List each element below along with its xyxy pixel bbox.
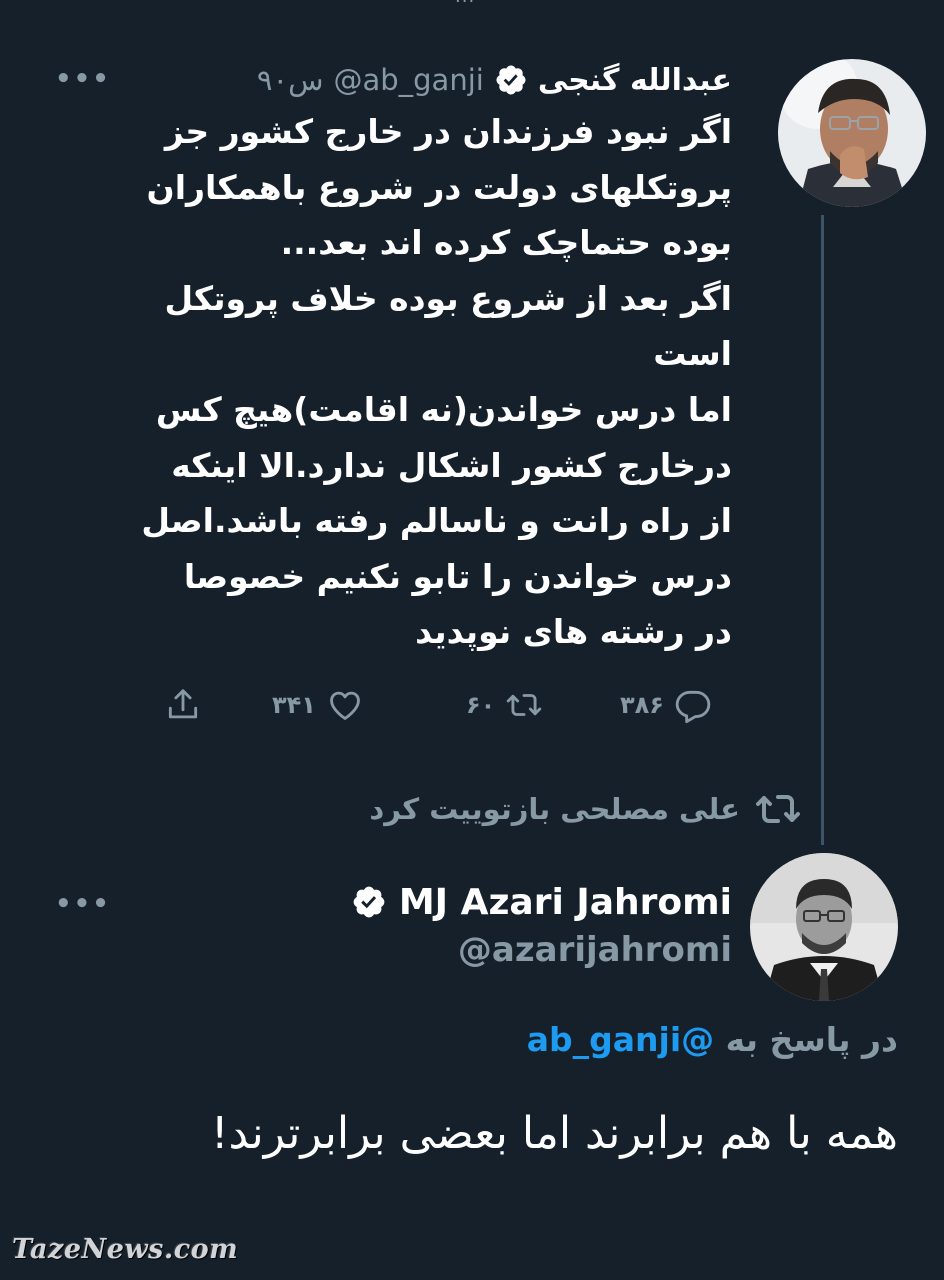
tweet1-actions: ۳۴۱ ۶۰ ۳۸۶	[160, 683, 740, 727]
tweet-time[interactable]: ۹۰س	[257, 63, 324, 97]
thread-connector-line	[821, 215, 824, 845]
share-icon	[168, 689, 198, 719]
reply-mention-link[interactable]: @ab_ganji	[527, 1020, 714, 1059]
tweet1-body: اگر نبود فرزندان در خارج کشور جز پروتکله…	[141, 112, 732, 652]
more-dots-icon[interactable]: •••	[55, 64, 111, 94]
replying-to-line: در پاسخ به @ab_ganji	[527, 1020, 898, 1059]
author-handle[interactable]: @ab_ganji	[333, 63, 483, 97]
retweet-button[interactable]: ۶۰	[466, 683, 543, 727]
reply-button[interactable]: ۳۸۶	[620, 683, 712, 727]
share-button[interactable]	[164, 683, 202, 727]
retweet-icon	[756, 795, 800, 823]
author-name[interactable]: عبدالله گنجی	[538, 63, 732, 98]
retweeted-by-text: علی مصلحی بازتوییت کرد	[369, 792, 740, 826]
author-avatar-ganji[interactable]	[778, 59, 926, 207]
top-partial-text: ...	[455, 0, 475, 7]
verified-badge-icon	[353, 886, 385, 918]
retweet-count: ۶۰	[466, 691, 496, 719]
like-button[interactable]: ۳۴۱	[272, 683, 364, 727]
like-count: ۳۴۱	[272, 691, 316, 719]
author-name[interactable]: MJ Azari Jahromi	[399, 882, 732, 923]
author-avatar-azarijahromi[interactable]	[750, 853, 898, 1001]
tweet2-header: MJ Azari Jahromi	[351, 876, 732, 928]
tweet1-header: عبدالله گنجی @ab_ganji ۹۰س	[257, 58, 732, 102]
tweet2-body: همه با هم برابرند اما بعضی برابرترند!	[210, 1108, 898, 1159]
reply-icon	[675, 690, 711, 724]
watermark: TazeNews.com	[12, 1234, 239, 1265]
author-handle[interactable]: @azarijahromi	[458, 930, 732, 970]
replying-to-label: در پاسخ به	[725, 1020, 898, 1059]
verified-badge-icon	[496, 65, 526, 95]
heart-icon	[330, 691, 360, 720]
more-dots-icon[interactable]: •••	[55, 889, 111, 919]
retweet-icon	[507, 694, 542, 716]
reply-count: ۳۸۶	[620, 691, 664, 719]
retweeted-by-banner[interactable]: علی مصلحی بازتوییت کرد	[369, 785, 802, 833]
